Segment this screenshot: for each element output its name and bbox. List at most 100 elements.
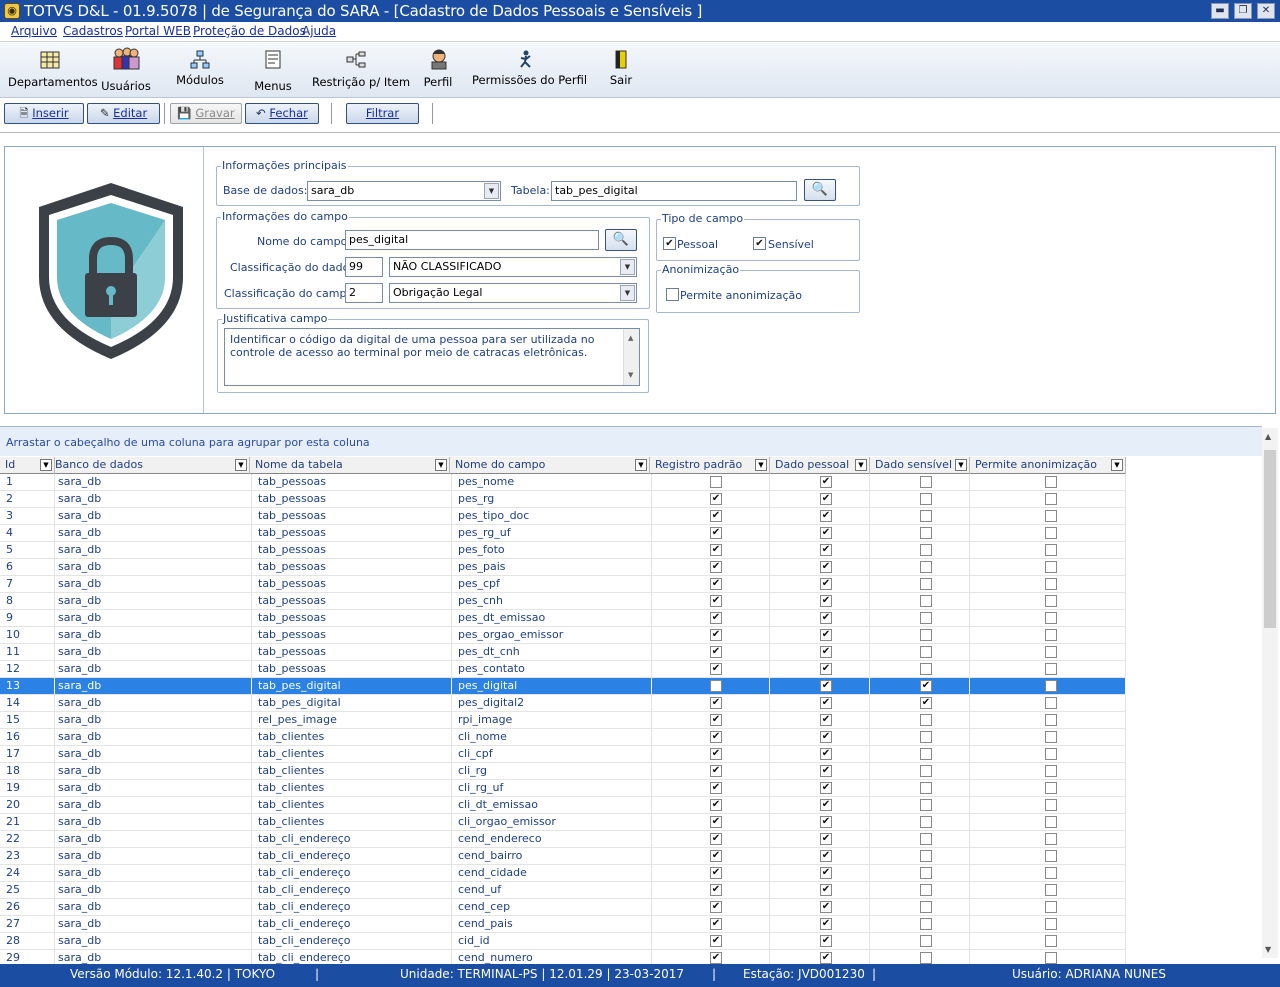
col-registro-padrao-checkbox[interactable]: ✔: [710, 816, 722, 828]
col-dado-sensivel-checkbox[interactable]: [920, 629, 932, 641]
col-dado-pessoal-checkbox[interactable]: ✔: [820, 510, 832, 522]
col-permite-anonimizacao-checkbox[interactable]: [1045, 663, 1057, 675]
inserir-button[interactable]: 🗎 Inserir: [4, 103, 84, 124]
nome-campo-input[interactable]: pes_digital: [345, 230, 599, 250]
filter-dropdown-icon[interactable]: ▼: [755, 459, 767, 471]
col-permite-anonimizacao-checkbox[interactable]: [1045, 595, 1057, 607]
col-permite-anonimizacao-checkbox[interactable]: [1045, 510, 1057, 522]
class-dado-select[interactable]: NÃO CLASSIFICADO ▼: [389, 257, 637, 277]
col-dado-sensivel-checkbox[interactable]: [920, 578, 932, 590]
col-dado-sensivel-checkbox[interactable]: [920, 714, 932, 726]
col-dado-sensivel-checkbox[interactable]: [920, 765, 932, 777]
sensivel-checkbox[interactable]: ✔: [753, 237, 766, 250]
col-registro-padrao-checkbox[interactable]: ✔: [710, 935, 722, 947]
col-permite-anonimizacao-checkbox[interactable]: [1045, 680, 1057, 692]
col-registro-padrao-checkbox[interactable]: ✔: [710, 493, 722, 505]
scrollbar-thumb[interactable]: [1264, 450, 1276, 628]
base-dados-select[interactable]: sara_db ▼: [307, 181, 501, 201]
col-registro-padrao-checkbox[interactable]: ✔: [710, 663, 722, 675]
permissoes-perfil-button[interactable]: Permissões do Perfil: [472, 43, 587, 98]
col-dado-sensivel-checkbox[interactable]: [920, 935, 932, 947]
menu-ajuda[interactable]: Ajuda: [302, 24, 336, 38]
col-dado-sensivel-checkbox[interactable]: [920, 748, 932, 760]
col-registro-padrao-checkbox[interactable]: ✔: [710, 901, 722, 913]
col-dado-sensivel-checkbox[interactable]: [920, 816, 932, 828]
col-permite-anonimizacao-checkbox[interactable]: [1045, 867, 1057, 879]
col-registro-padrao-checkbox[interactable]: ✔: [710, 884, 722, 896]
col-permite-anonimizacao-checkbox[interactable]: [1045, 850, 1057, 862]
col-registro-padrao-checkbox[interactable]: ✔: [710, 714, 722, 726]
col-permite-anonimizacao-checkbox[interactable]: [1045, 544, 1057, 556]
filter-dropdown-icon[interactable]: ▼: [955, 459, 967, 471]
col-dado-pessoal-checkbox[interactable]: ✔: [820, 663, 832, 675]
col-dado-sensivel-checkbox[interactable]: [920, 867, 932, 879]
filter-dropdown-icon[interactable]: ▼: [855, 459, 867, 471]
minimize-button[interactable]: ▬: [1211, 3, 1229, 19]
filter-dropdown-icon[interactable]: ▼: [235, 459, 247, 471]
permite-anonimizacao-checkbox[interactable]: [666, 288, 679, 301]
col-dado-pessoal-checkbox[interactable]: ✔: [820, 901, 832, 913]
table-row[interactable]: 23 sara_db tab_cli_endereço cend_bairro ✔ ✔: [0, 848, 1126, 865]
col-dado-pessoal-checkbox[interactable]: ✔: [820, 884, 832, 896]
table-row[interactable]: 2 sara_db tab_pessoas pes_rg ✔ ✔: [0, 491, 1126, 508]
col-registro-padrao-checkbox[interactable]: ✔: [710, 918, 722, 930]
col-registro-padrao-checkbox[interactable]: ✔: [710, 765, 722, 777]
col-dado-pessoal-checkbox[interactable]: ✔: [820, 918, 832, 930]
table-row[interactable]: 6 sara_db tab_pessoas pes_pais ✔ ✔: [0, 559, 1126, 576]
col-registro-padrao-checkbox[interactable]: ✔: [710, 561, 722, 573]
col-registro-padrao-checkbox[interactable]: ✔: [710, 697, 722, 709]
col-dado-sensivel-checkbox[interactable]: [920, 952, 932, 964]
col-permite-anonimizacao-checkbox[interactable]: [1045, 527, 1057, 539]
menu-protecao-de-dados[interactable]: Proteção de Dados: [193, 24, 306, 38]
col-dado-pessoal-checkbox[interactable]: ✔: [820, 782, 832, 794]
col-registro-padrao-checkbox[interactable]: ✔: [710, 731, 722, 743]
col-permite-anonimizacao-header[interactable]: Permite anonimização ▼: [970, 457, 1126, 474]
gravar-button[interactable]: 💾 Gravar: [170, 103, 242, 124]
class-campo-code-input[interactable]: 2: [345, 283, 383, 303]
col-permite-anonimizacao-checkbox[interactable]: [1045, 799, 1057, 811]
usuarios-button[interactable]: Usuários: [100, 43, 152, 98]
table-row[interactable]: 28 sara_db tab_cli_endereço cid_id ✔ ✔: [0, 933, 1126, 950]
table-row[interactable]: 22 sara_db tab_cli_endereço cend_endereco ✔ ✔: [0, 831, 1126, 848]
col-permite-anonimizacao-checkbox[interactable]: [1045, 731, 1057, 743]
col-registro-padrao-checkbox[interactable]: ✔: [710, 527, 722, 539]
col-dado-sensivel-checkbox[interactable]: [920, 510, 932, 522]
col-permite-anonimizacao-checkbox[interactable]: [1045, 884, 1057, 896]
table-row[interactable]: 7 sara_db tab_pessoas pes_cpf ✔ ✔: [0, 576, 1126, 593]
col-dado-sensivel-checkbox[interactable]: [920, 527, 932, 539]
col-permite-anonimizacao-checkbox[interactable]: [1045, 493, 1057, 505]
col-dado-sensivel-checkbox[interactable]: [920, 833, 932, 845]
col-registro-padrao-checkbox[interactable]: ✔: [710, 595, 722, 607]
col-registro-padrao-checkbox[interactable]: [710, 476, 722, 488]
col-registro-padrao-checkbox[interactable]: ✔: [710, 629, 722, 641]
col-permite-anonimizacao-checkbox[interactable]: [1045, 561, 1057, 573]
textarea-scrollbar[interactable]: ▲ ▼: [623, 329, 639, 385]
table-row[interactable]: 21 sara_db tab_clientes cli_orgao_emissor ✔ ✔: [0, 814, 1126, 831]
col-registro-padrao-checkbox[interactable]: ✔: [710, 833, 722, 845]
col-registro-padrao-checkbox[interactable]: ✔: [710, 748, 722, 760]
col-permite-anonimizacao-checkbox[interactable]: [1045, 748, 1057, 760]
sair-button[interactable]: Sair: [602, 43, 640, 98]
menu-arquivo[interactable]: Arquivo: [11, 24, 57, 38]
col-dado-pessoal-checkbox[interactable]: ✔: [820, 527, 832, 539]
col-registro-padrao-checkbox[interactable]: ✔: [710, 867, 722, 879]
col-permite-anonimizacao-checkbox[interactable]: [1045, 765, 1057, 777]
table-row[interactable]: 13 sara_db tab_pes_digital pes_digital ✔ ✔: [0, 678, 1126, 695]
col-dado-sensivel-header[interactable]: Dado sensível ▼: [870, 457, 970, 474]
modulos-button[interactable]: Módulos: [170, 43, 230, 98]
col-dado-sensivel-checkbox[interactable]: [920, 884, 932, 896]
table-row[interactable]: 27 sara_db tab_cli_endereço cend_pais ✔ ✔: [0, 916, 1126, 933]
col-dado-sensivel-checkbox[interactable]: [920, 493, 932, 505]
col-permite-anonimizacao-checkbox[interactable]: [1045, 833, 1057, 845]
col-dado-pessoal-checkbox[interactable]: ✔: [820, 629, 832, 641]
col-dado-pessoal-checkbox[interactable]: ✔: [820, 833, 832, 845]
col-dado-sensivel-checkbox[interactable]: ✔: [920, 680, 932, 692]
col-dado-pessoal-checkbox[interactable]: ✔: [820, 544, 832, 556]
col-dado-sensivel-checkbox[interactable]: [920, 901, 932, 913]
col-registro-padrao-checkbox[interactable]: ✔: [710, 510, 722, 522]
tabela-search-button[interactable]: 🔍: [804, 179, 836, 201]
table-row[interactable]: 18 sara_db tab_clientes cli_rg ✔ ✔: [0, 763, 1126, 780]
col-dado-pessoal-checkbox[interactable]: ✔: [820, 561, 832, 573]
col-dado-sensivel-checkbox[interactable]: [920, 799, 932, 811]
table-row[interactable]: 8 sara_db tab_pessoas pes_cnh ✔ ✔: [0, 593, 1126, 610]
